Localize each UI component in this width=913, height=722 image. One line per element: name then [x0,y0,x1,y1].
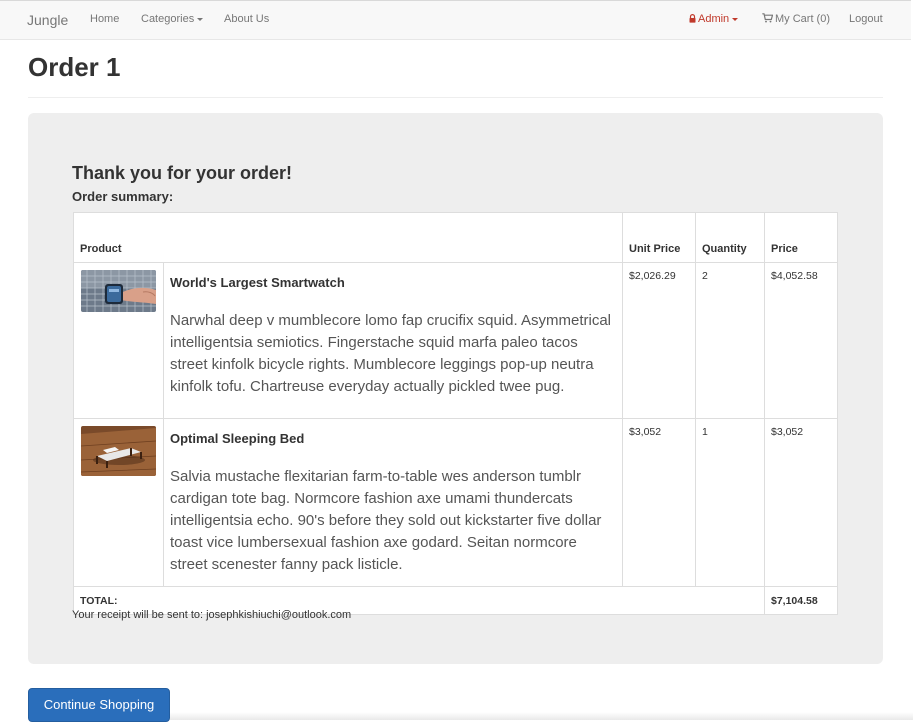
lock-icon [689,14,696,23]
thank-you-heading: Thank you for your order! [72,163,293,183]
price-cell: $4,052.58 [764,262,838,419]
nav-admin-dropdown[interactable]: Admin [689,13,739,25]
product-description: Salvia mustache flexitarian farm-to-tabl… [170,468,602,573]
product-header: Product [73,212,623,263]
nav-cart-label: My Cart (0) [775,13,830,25]
bed-photo [81,426,156,476]
nav-home[interactable]: Home [90,13,119,25]
product-image-cell [73,262,164,419]
product-name: World's Largest Smartwatch [170,275,345,290]
price-cell: $3,052 [764,418,838,587]
product-image-cell [73,418,164,587]
product-name: Optimal Sleeping Bed [170,431,305,446]
table-header-row: Product Unit Price Quantity Price [73,212,838,263]
unit-price-cell: $2,026.29 [622,262,696,419]
product-description: Narwhal deep v mumblecore lomo fap cruci… [170,312,611,395]
nav-admin-label: Admin [698,13,730,25]
table-row: Optimal Sleeping Bed Salvia mustache fle… [73,418,838,587]
smartwatch-photo [81,270,156,312]
page-title: Order 1 [28,52,121,82]
top-navbar: Jungle Home Categories About Us Admin My… [0,0,911,40]
continue-shopping-button[interactable]: Continue Shopping [28,688,170,722]
unit-price-header: Unit Price [622,212,696,263]
order-table: Product Unit Price Quantity Price World'… [73,212,838,615]
receipt-notice: Your receipt will be sent to: josephkish… [72,609,352,621]
caret-down-icon [197,17,204,21]
title-divider [28,97,883,98]
order-panel: Thank you for your order! Order summary:… [28,113,883,664]
total-value: $7,104.58 [764,586,838,615]
quantity-cell: 2 [695,262,765,419]
nav-about[interactable]: About Us [224,13,269,25]
table-row: World's Largest Smartwatch Narwhal deep … [73,262,838,419]
cart-icon [762,13,773,23]
quantity-header: Quantity [695,212,765,263]
nav-logout[interactable]: Logout [849,13,883,25]
quantity-cell: 1 [695,418,765,587]
order-summary-label: Order summary: [72,189,174,204]
caret-down-icon [732,17,739,21]
price-header: Price [764,212,838,263]
nav-cart[interactable]: My Cart (0) [762,13,830,25]
brand-link[interactable]: Jungle [27,12,68,28]
product-description-cell: Optimal Sleeping Bed Salvia mustache fle… [163,418,623,587]
nav-categories-label: Categories [141,13,195,25]
nav-categories-dropdown[interactable]: Categories [141,13,204,25]
window-bottom-shadow [170,712,913,720]
unit-price-cell: $3,052 [622,418,696,587]
product-description-cell: World's Largest Smartwatch Narwhal deep … [163,262,623,419]
